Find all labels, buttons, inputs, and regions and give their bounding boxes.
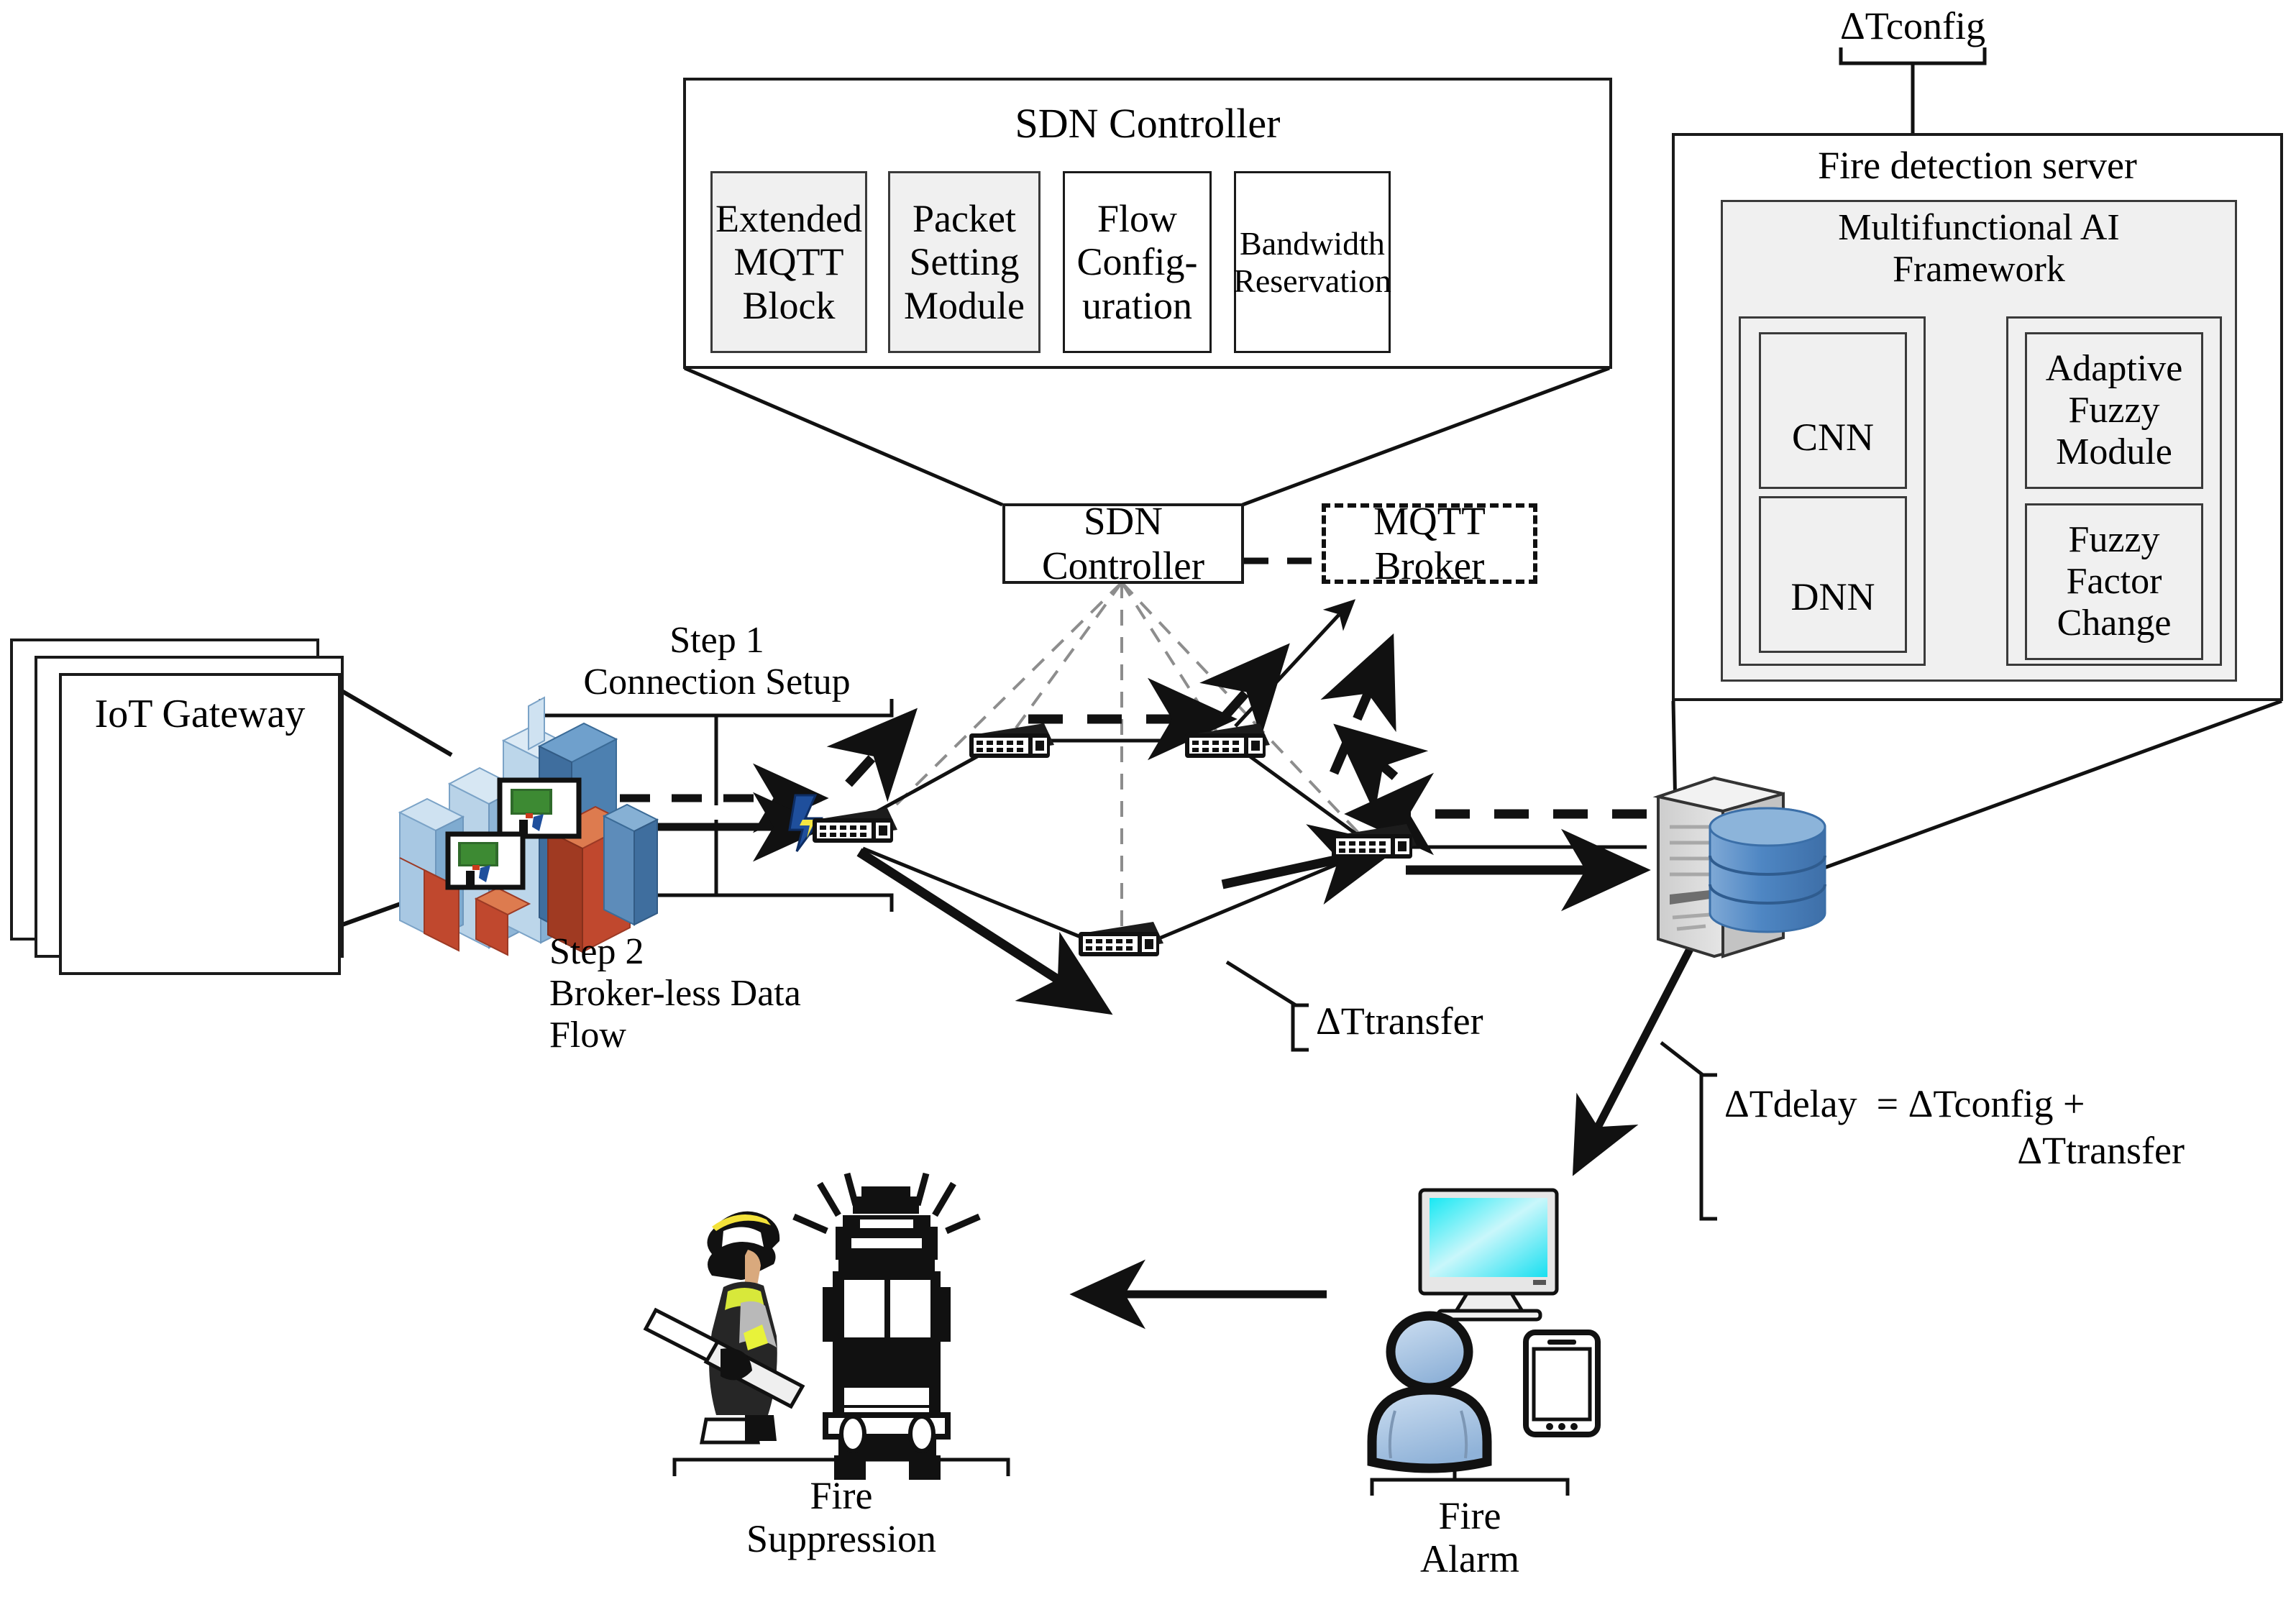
firefighter-icon (643, 1211, 805, 1445)
monitor-icon (1418, 1188, 1559, 1322)
tconfig-bracket (1839, 47, 1987, 133)
data-to-server (856, 824, 1651, 1015)
tdelay-label-line1: ΔTdelay = ΔTconfig + (1724, 1082, 2085, 1125)
sdn-controller-node-label: SDN Controller (1041, 499, 1205, 587)
ttransfer-label: ΔTtransfer (1316, 999, 1483, 1043)
network-switch-icons (813, 723, 1417, 956)
tdelay-label-line2: ΔTtransfer (2017, 1129, 2185, 1172)
server-to-monitor (1572, 947, 1693, 1176)
module-extended-mqtt-block[interactable]: Extended MQTT Block (710, 171, 867, 353)
step1-label: Step 1 Connection Setup (583, 620, 851, 703)
ttransfer-bracket (1225, 960, 1309, 1052)
mqtt-broker-node[interactable]: MQTT Broker (1322, 499, 1537, 587)
diagram-canvas: CO₂ (0, 0, 2296, 1597)
module-bandwidth-reservation-label: Bandwidth Reservation (1233, 224, 1391, 299)
adaptive-fuzzy-module-label: Adaptive Fuzzy Module (2045, 347, 2183, 473)
smartphone-icon (1523, 1330, 1601, 1437)
dnn-label: DNN (1790, 575, 1875, 618)
iot-gateway-title: IoT Gateway (94, 692, 306, 736)
cnn-label: CNN (1791, 416, 1874, 459)
module-flow-configuration-label: Flow Config- uration (1076, 196, 1198, 327)
module-packet-setting[interactable]: Packet Setting Module (888, 171, 1040, 353)
fuzzy-factor-change-box[interactable]: Fuzzy Factor Change (2025, 503, 2203, 660)
module-bandwidth-reservation[interactable]: Bandwidth Reservation (1233, 171, 1391, 353)
fire-alarm-label: Fire Alarm (1420, 1494, 1519, 1581)
dnn-box[interactable] (1759, 496, 1907, 653)
mqtt-broker-node-label: MQTT Broker (1373, 499, 1486, 587)
tconfig-label: ΔTconfig (1840, 4, 1985, 47)
module-packet-setting-label: Packet Setting Module (904, 196, 1025, 327)
sdn-controller-node[interactable]: SDN Controller (1002, 499, 1244, 587)
fuzzy-factor-change-label: Fuzzy Factor Change (2057, 518, 2172, 644)
fire-suppression-label: Fire Suppression (746, 1474, 936, 1561)
topology-links (854, 738, 1368, 944)
server-database-icon (1652, 776, 1826, 958)
sdn-controller-panel-title: SDN Controller (1015, 100, 1281, 147)
fire-detection-server-title: Fire detection server (1818, 144, 2137, 187)
sdn-funnel (684, 366, 1610, 507)
adaptive-fuzzy-module-box[interactable]: Adaptive Fuzzy Module (2025, 332, 2203, 489)
cnn-box[interactable] (1759, 332, 1907, 489)
module-extended-mqtt-block-label: Extended MQTT Block (715, 196, 862, 327)
user-icon (1367, 1311, 1492, 1473)
module-flow-configuration[interactable]: Flow Config- uration (1063, 171, 1212, 353)
step2-label: Step 2 Broker-less Data Flow (549, 931, 801, 1056)
tdelay-bracket (1660, 1041, 1717, 1221)
multifunctional-ai-framework-title: Multifunctional AI Framework (1838, 207, 2120, 290)
fire-truck-icon (792, 1172, 981, 1480)
city-buildings-icon (398, 696, 659, 956)
